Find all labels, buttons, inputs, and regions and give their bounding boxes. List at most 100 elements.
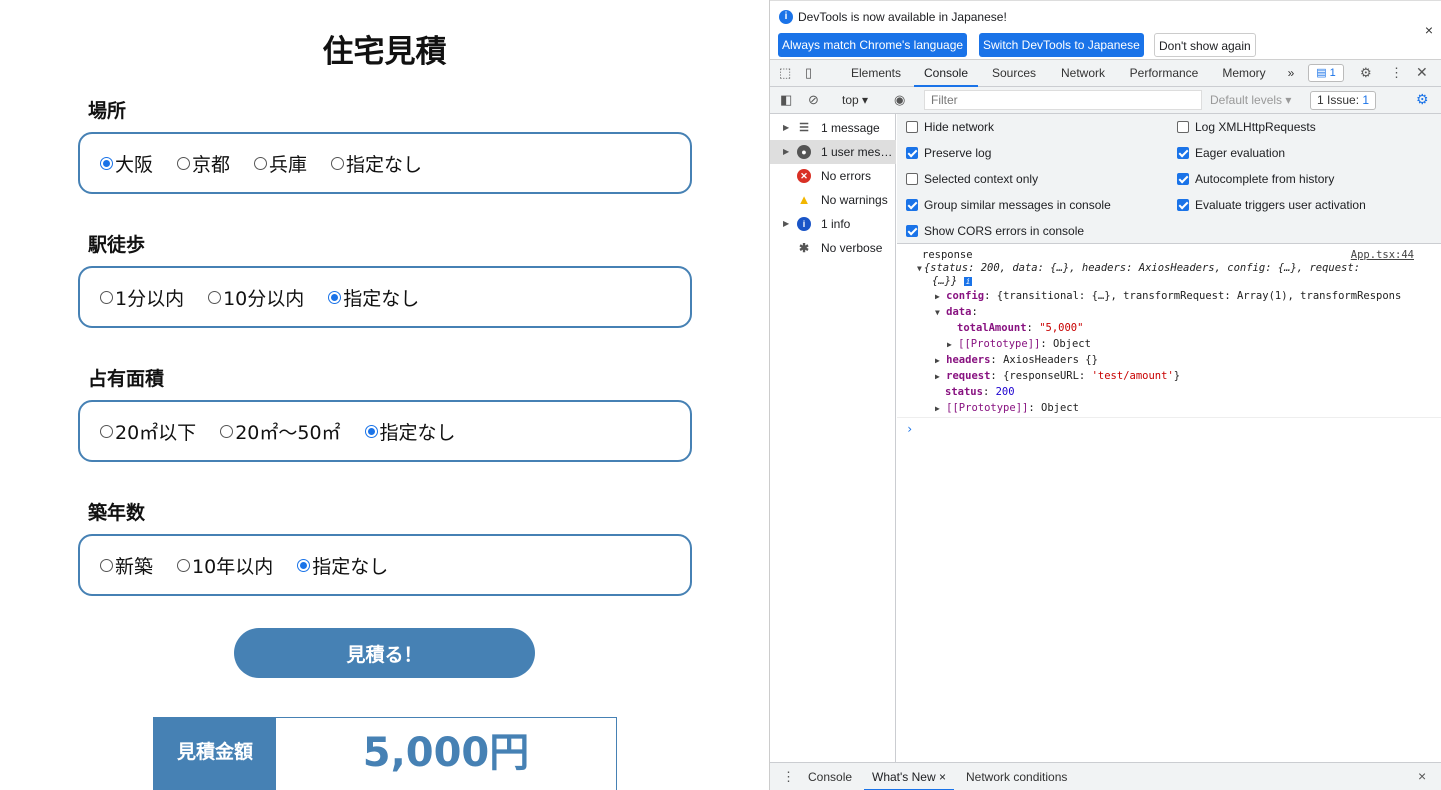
kebab-menu-icon[interactable]: ⋮	[1390, 65, 1403, 81]
tab-sources[interactable]: Sources	[983, 60, 1045, 87]
checkbox[interactable]	[1177, 173, 1189, 185]
tab-performance[interactable]: Performance	[1124, 60, 1204, 87]
radio-button[interactable]	[220, 424, 234, 438]
sidebar-item[interactable]: ▶ i 1 info	[770, 212, 896, 236]
drawer-menu-icon[interactable]: ⋮	[782, 769, 795, 785]
gear-icon[interactable]: ⚙	[1360, 65, 1372, 81]
radio-button[interactable]	[254, 156, 268, 170]
expand-arrow-icon[interactable]: ▶	[783, 116, 789, 140]
tab-memory[interactable]: Memory	[1216, 60, 1272, 87]
match-language-button[interactable]: Always match Chrome's language	[778, 33, 968, 57]
sidebar-item[interactable]: ✕ No errors	[770, 164, 896, 188]
sidebar-item[interactable]: ▲ No warnings	[770, 188, 896, 212]
radio-button[interactable]	[100, 424, 113, 438]
radio-button[interactable]	[100, 558, 113, 572]
checkbox[interactable]	[906, 147, 918, 159]
radio-option[interactable]: 指定なし	[331, 150, 422, 177]
inspect-element-icon[interactable]: ⬚	[779, 65, 791, 81]
checkbox[interactable]	[1177, 121, 1189, 133]
radio-option[interactable]: 20㎡以下	[100, 418, 196, 445]
data-prototype-row[interactable]: ▶ [[Prototype]]: Object	[947, 338, 1091, 350]
checkbox[interactable]	[906, 199, 918, 211]
radio-button[interactable]	[177, 558, 191, 572]
setting-checkbox[interactable]: Autocomplete from history	[1177, 172, 1334, 186]
checkbox[interactable]	[1177, 199, 1189, 211]
expand-arrow-icon[interactable]: ▶	[783, 140, 789, 164]
sidebar-toggle-icon[interactable]: ◧	[780, 92, 792, 108]
dont-show-again-button[interactable]: Don't show again	[1154, 33, 1256, 57]
radio-option[interactable]: 指定なし	[364, 418, 456, 445]
radio-option[interactable]: 新築	[100, 552, 153, 579]
expand-arrow-icon[interactable]: ▶	[783, 212, 789, 236]
context-select[interactable]: top ▾	[842, 93, 868, 107]
drawer-tab-console[interactable]: Console	[808, 763, 852, 790]
sidebar-item[interactable]: ▶ ☰ 1 message	[770, 116, 896, 140]
setting-checkbox[interactable]: Show CORS errors in console	[906, 224, 1084, 238]
checkbox[interactable]	[906, 121, 918, 133]
sidebar-item[interactable]: ✱ No verbose	[770, 236, 896, 260]
response-summary[interactable]: ▼ {status: 200, data: {…}, headers: Axios…	[917, 262, 1360, 274]
setting-checkbox[interactable]: Group similar messages in console	[906, 198, 1111, 212]
checkbox[interactable]	[906, 225, 918, 237]
close-drawer-icon[interactable]: ×	[1418, 768, 1426, 784]
drawer-tab-network-conditions[interactable]: Network conditions	[966, 763, 1067, 790]
setting-checkbox[interactable]: Hide network	[906, 120, 994, 134]
headers-row[interactable]: ▶ headers: AxiosHeaders {}	[935, 354, 1098, 366]
setting-checkbox[interactable]: Evaluate triggers user activation	[1177, 198, 1366, 212]
setting-checkbox[interactable]: Preserve log	[906, 146, 991, 160]
status-row: status: 200	[945, 386, 1015, 398]
device-toolbar-icon[interactable]: ▯	[805, 65, 812, 81]
radio-button[interactable]	[297, 558, 311, 572]
close-icon[interactable]: ×	[1425, 22, 1433, 38]
radio-button[interactable]	[177, 156, 191, 170]
request-row[interactable]: ▶ request: {responseURL: 'test/amount'}	[935, 370, 1180, 382]
radio-button[interactable]	[100, 156, 113, 170]
radio-button[interactable]	[100, 290, 113, 304]
radio-option[interactable]: 指定なし	[297, 552, 388, 579]
radio-button[interactable]	[328, 290, 342, 304]
radio-option[interactable]: 1分以内	[100, 284, 184, 311]
sidebar-item[interactable]: ▶ ● 1 user mes…	[770, 140, 896, 164]
estimate-button[interactable]: 見積る！	[234, 628, 535, 678]
radio-button[interactable]	[364, 424, 378, 438]
switch-language-button[interactable]: Switch DevTools to Japanese	[979, 33, 1144, 57]
console-settings-icon[interactable]: ⚙	[1416, 91, 1429, 108]
radio-option[interactable]: 京都	[177, 150, 230, 177]
setting-checkbox[interactable]: Log XMLHttpRequests	[1177, 120, 1316, 134]
filter-input[interactable]: Filter	[924, 90, 1202, 110]
radio-option[interactable]: 10年以内	[177, 552, 273, 579]
clear-console-icon[interactable]: ⊘	[808, 92, 819, 108]
console-prompt[interactable]: ›	[906, 422, 913, 436]
page-title: 住宅見積	[322, 34, 447, 70]
tab-network[interactable]: Network	[1052, 60, 1114, 87]
issues-badge[interactable]: ▤ 1	[1308, 64, 1344, 82]
console-settings-pane: Hide network Preserve log Selected context…	[897, 114, 1441, 244]
tab-console[interactable]: Console	[914, 60, 978, 87]
radio-option[interactable]: 兵庫	[254, 150, 307, 177]
close-tab-icon[interactable]: ×	[939, 770, 946, 784]
radio-option[interactable]: 指定なし	[328, 284, 419, 311]
checkbox[interactable]	[1177, 147, 1189, 159]
levels-dropdown[interactable]: Default levels ▾	[1210, 93, 1291, 107]
setting-checkbox[interactable]: Selected context only	[906, 172, 1038, 186]
radio-label: 兵庫	[269, 153, 308, 176]
live-expression-icon[interactable]: ◉	[894, 92, 905, 108]
data-row[interactable]: ▼ data:	[935, 306, 978, 318]
radio-option[interactable]: 20㎡〜50㎡	[220, 418, 341, 445]
config-row[interactable]: ▶ config: {transitional: {…}, transformR…	[935, 290, 1401, 302]
more-tabs-icon[interactable]: »	[1284, 60, 1298, 87]
prototype-row[interactable]: ▶ [[Prototype]]: Object	[935, 402, 1079, 414]
source-link[interactable]: App.tsx:44	[1351, 249, 1414, 261]
setting-checkbox[interactable]: Eager evaluation	[1177, 146, 1285, 160]
close-devtools-icon[interactable]: ✕	[1416, 64, 1428, 81]
radio-option[interactable]: 10分以内	[208, 284, 304, 311]
issues-button[interactable]: 1 Issue: 1	[1310, 91, 1377, 110]
radio-option[interactable]: 大阪	[100, 150, 153, 177]
radio-label: 京都	[192, 153, 231, 176]
drawer-tab-whats-new[interactable]: What's New ×	[864, 763, 954, 790]
radio-button[interactable]	[331, 156, 345, 170]
issues-badge-count: 1	[1329, 67, 1336, 79]
radio-button[interactable]	[208, 290, 222, 304]
checkbox[interactable]	[906, 173, 918, 185]
tab-elements[interactable]: Elements	[844, 60, 908, 87]
